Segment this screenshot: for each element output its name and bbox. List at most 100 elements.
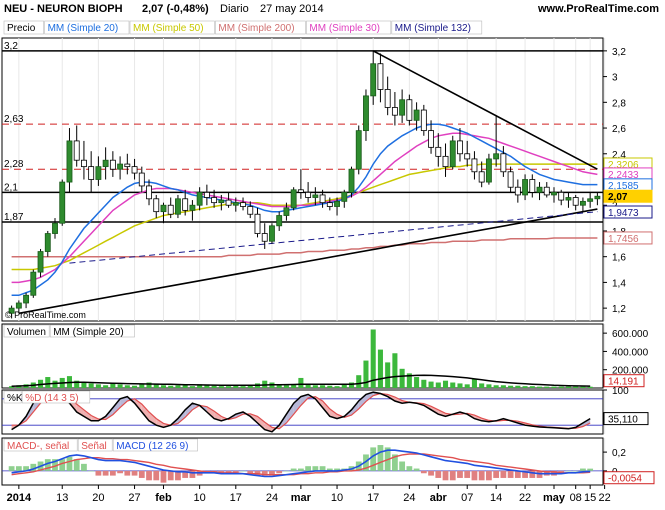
macd-histogram-bar bbox=[247, 470, 254, 474]
candle-body bbox=[507, 171, 514, 188]
volume-bar bbox=[117, 384, 123, 388]
x-tick-label: 10 bbox=[194, 492, 206, 504]
candle-body bbox=[500, 153, 507, 173]
candle-body bbox=[15, 302, 22, 309]
value-tag-label: 1,9473 bbox=[608, 208, 639, 219]
legend-label: Volumen bbox=[7, 327, 46, 338]
candle-body bbox=[95, 166, 102, 180]
x-tick-label: mar bbox=[291, 492, 312, 504]
candle-body bbox=[37, 251, 44, 273]
macd-histogram-bar bbox=[15, 466, 22, 471]
level-label: 1,87 bbox=[4, 212, 24, 223]
macd-histogram-bar bbox=[565, 470, 572, 472]
macd-histogram-bar bbox=[297, 468, 304, 471]
macd-histogram-bar bbox=[117, 470, 123, 474]
x-tick-label: 17 bbox=[230, 492, 242, 504]
candle-body bbox=[297, 189, 304, 193]
candle-body bbox=[435, 146, 442, 157]
macd-histogram-bar bbox=[109, 470, 116, 476]
candle-body bbox=[261, 233, 268, 242]
macd-histogram-bar bbox=[580, 468, 586, 471]
volume-bar bbox=[377, 349, 383, 388]
candle-body bbox=[44, 233, 51, 252]
macd-histogram-bar bbox=[290, 468, 297, 471]
volume-bar bbox=[233, 385, 239, 388]
x-tick-label: 17 bbox=[367, 492, 379, 504]
y-tick-label: 0,2 bbox=[612, 448, 626, 459]
volume-bar bbox=[139, 384, 145, 388]
volume-bar bbox=[95, 384, 101, 388]
legend-label: MM (Simple 20) bbox=[48, 23, 119, 34]
macd-histogram-bar bbox=[146, 470, 152, 481]
macd-histogram-bar bbox=[413, 468, 420, 471]
period-label: Diario bbox=[220, 3, 249, 15]
volume-bar bbox=[312, 385, 318, 388]
candle-body bbox=[428, 130, 434, 148]
volume-bar bbox=[168, 385, 174, 388]
candle-body bbox=[225, 199, 232, 206]
candle-body bbox=[399, 99, 406, 116]
macd-histogram-bar bbox=[66, 456, 73, 471]
volume-bar bbox=[399, 368, 405, 388]
candle-body bbox=[478, 171, 485, 183]
value-tag-label: 1,7456 bbox=[608, 234, 639, 245]
y-tick-label: 3,2 bbox=[612, 47, 626, 58]
x-tick-label: 24 bbox=[403, 492, 415, 504]
candle-body bbox=[449, 140, 456, 168]
candle-body bbox=[232, 202, 239, 206]
macd-histogram-bar bbox=[486, 470, 492, 481]
macd-histogram-bar bbox=[449, 470, 456, 481]
volume-bar bbox=[551, 386, 557, 388]
legend-label: %D (14 3 5) bbox=[25, 393, 78, 404]
candle-body bbox=[189, 204, 196, 211]
macd-histogram-bar bbox=[73, 459, 80, 471]
value-tag-label: -0,0054 bbox=[608, 474, 642, 485]
x-tick-label: 22 bbox=[598, 492, 610, 504]
volume-bar bbox=[457, 383, 463, 388]
macd-histogram-bar bbox=[153, 470, 160, 481]
volume-bar bbox=[479, 383, 485, 388]
instrument-name: NEU - NEURON BIOPH bbox=[4, 3, 123, 15]
volume-bar bbox=[124, 385, 130, 388]
x-tick-label: 15 bbox=[584, 492, 596, 504]
volume-bar bbox=[153, 384, 159, 388]
candle-body bbox=[254, 213, 261, 234]
x-tick-label: 27 bbox=[128, 492, 140, 504]
candle-body bbox=[81, 159, 87, 168]
value-tag-label: 35,110 bbox=[608, 415, 638, 426]
macd-histogram-bar bbox=[464, 470, 471, 478]
level-label: 2,1 bbox=[4, 182, 18, 193]
candle-body bbox=[377, 63, 384, 90]
volume-bar bbox=[103, 385, 109, 388]
candle-body bbox=[269, 225, 275, 242]
candle-body bbox=[558, 191, 565, 201]
candle-body bbox=[348, 168, 355, 193]
macd-histogram-bar bbox=[471, 470, 478, 481]
legend-label: Precio bbox=[7, 23, 36, 34]
candle-body bbox=[138, 172, 145, 187]
volume-bar bbox=[536, 386, 543, 388]
legend-label: Señal bbox=[81, 441, 107, 452]
macd-histogram-bar bbox=[587, 468, 594, 471]
macd-histogram-bar bbox=[420, 470, 427, 474]
copyright-note: © ProRealTime.com bbox=[5, 310, 86, 320]
candle-body bbox=[117, 163, 124, 170]
candle-body bbox=[391, 107, 398, 116]
candle-body bbox=[283, 207, 290, 216]
volume-bar bbox=[52, 380, 58, 388]
volume-bar bbox=[471, 378, 477, 388]
volume-bar bbox=[421, 379, 427, 388]
macd-histogram-bar bbox=[572, 470, 579, 472]
volume-bar bbox=[450, 382, 456, 388]
volume-bar bbox=[334, 386, 340, 388]
volume-bar bbox=[522, 386, 528, 388]
legend-label: MM (Simple 20) bbox=[53, 327, 124, 338]
candle-body bbox=[23, 294, 30, 304]
candle-body bbox=[66, 140, 73, 183]
macd-histogram-bar bbox=[283, 470, 290, 472]
candle-body bbox=[182, 198, 189, 211]
candle-body bbox=[587, 198, 594, 202]
value-tag-label: 2,07 bbox=[608, 192, 628, 203]
macd-histogram-bar bbox=[428, 470, 434, 476]
macd-histogram-bar bbox=[124, 470, 131, 476]
